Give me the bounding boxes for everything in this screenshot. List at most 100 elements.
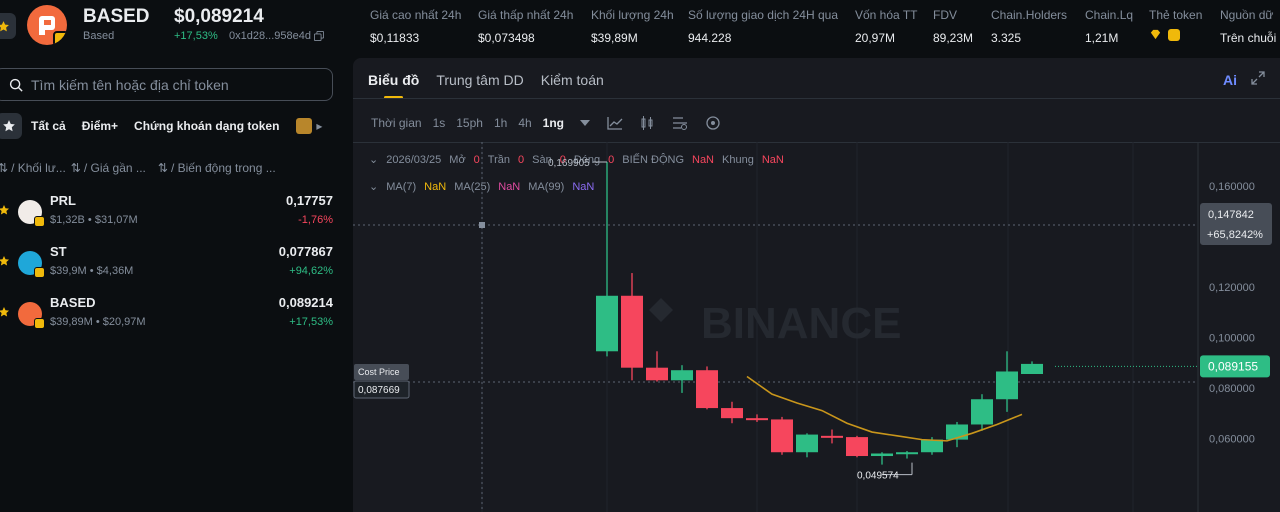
stat-liquidity: Chain.Lq 1,21M — [1085, 8, 1133, 45]
ohlc-info-text: Khung — [722, 154, 754, 166]
favorite-button[interactable] — [0, 13, 16, 39]
ma-info-text: MA(25) — [454, 181, 490, 193]
stat-trades-24h: Số lượng giao dịch 24H qua 944.228 — [688, 8, 838, 45]
crosshair-price: 0,147842 — [1208, 209, 1254, 221]
candle-body — [621, 295, 643, 368]
timeframe-1h[interactable]: 1h — [494, 116, 507, 130]
timeframe-4h[interactable]: 4h — [518, 116, 531, 130]
collapse-chevron-icon: ⌄ — [369, 181, 378, 193]
sort-icon[interactable]: ⇅ — [158, 161, 168, 175]
chevron-right-icon[interactable]: ▸ — [316, 119, 322, 133]
copy-icon[interactable] — [313, 31, 324, 41]
y-tick-label: 0,160000 — [1209, 181, 1255, 193]
token-symbol: ST — [50, 244, 67, 259]
stat-label: Vốn hóa TT — [855, 8, 918, 22]
stat-market-cap: Vốn hóa TT 20,97M — [855, 8, 917, 45]
candle-body — [596, 295, 618, 352]
token-change: +17,53% — [174, 30, 218, 42]
binance-watermark-icon — [649, 298, 673, 322]
star-icon[interactable] — [0, 306, 10, 318]
timeframe-1s[interactable]: 1s — [433, 116, 446, 130]
candle-body — [1021, 363, 1043, 374]
price-chart[interactable]: BINANCE 0,160000 0,120000 0,100000 0,080000 0… — [353, 142, 1280, 512]
search-input[interactable] — [31, 76, 321, 93]
ohlc-info-text: BIẾN ĐỘNG — [622, 153, 684, 166]
stat-low-24h: Giá thấp nhất 24h $0,073498 — [478, 8, 573, 45]
column-volume[interactable]: / Khối lư... — [11, 161, 66, 175]
crosshair-change: +65,8242% — [1207, 229, 1263, 241]
filter-tokenized-stocks[interactable]: Chứng khoán dạng token — [134, 119, 279, 133]
column-headers: ⇅ / Khối lư... ⇅ / Giá gần ... ⇅ / Biến … — [0, 160, 340, 176]
high-annotation-label: 0,169905 — [548, 158, 590, 169]
token-list-item[interactable]: BASED $39,89M • $20,97M 0,089214 +17,53% — [0, 294, 340, 334]
diamond-tag-icon[interactable] — [1149, 28, 1162, 41]
expand-icon[interactable] — [1251, 71, 1265, 85]
candlestick-icon[interactable] — [639, 115, 655, 131]
token-meta: $1,32B • $31,07M — [50, 214, 138, 226]
token-list-item[interactable]: PRL $1,32B • $31,07M 0,17757 -1,76% — [0, 192, 340, 232]
candle-body — [921, 439, 943, 453]
star-icon[interactable] — [0, 255, 10, 267]
token-name: BASED — [83, 6, 150, 27]
tab-audit[interactable]: Kiểm toán — [541, 72, 604, 88]
timeframe-1d[interactable]: 1ng — [543, 116, 564, 130]
token-symbol: BASED — [50, 295, 96, 310]
ma-info-text: NaN — [498, 181, 520, 193]
token-symbol: PRL — [50, 193, 76, 208]
stat-value: $39,89M — [591, 31, 638, 45]
y-tick-label: 0,120000 — [1209, 282, 1255, 294]
token-change: -1,76% — [298, 214, 333, 226]
token-change: +17,53% — [289, 316, 333, 328]
timeframe-dropdown-icon[interactable] — [577, 115, 593, 131]
stat-value: 1,21M — [1085, 31, 1119, 45]
stat-label: FDV — [933, 8, 957, 22]
filter-chain-icon[interactable] — [296, 118, 313, 134]
stat-value: $0,073498 — [478, 31, 535, 45]
cost-price-title: Cost Price — [358, 367, 400, 377]
column-change[interactable]: / Biến động trong ... — [171, 161, 276, 175]
sort-icon[interactable]: ⇅ — [71, 161, 81, 175]
stat-fdv: FDV 89,23M — [933, 8, 973, 45]
token-price: 0,17757 — [286, 193, 333, 208]
candle-body — [646, 367, 668, 381]
stat-holders: Chain.Holders 3.325 — [991, 8, 1067, 45]
stat-token-tags: Thẻ token — [1149, 8, 1202, 41]
favorites-filter[interactable] — [0, 113, 22, 139]
stat-label: Số lượng giao dịch 24H qua — [688, 8, 838, 22]
column-price[interactable]: / Giá gần ... — [84, 161, 146, 175]
ma-info-text: NaN — [572, 181, 594, 193]
ohlc-info-text: Trần — [488, 154, 510, 166]
candle-body — [971, 399, 993, 425]
candle-body — [771, 419, 793, 453]
stat-value: 3.325 — [991, 31, 1022, 45]
filter-points[interactable]: Điểm+ — [82, 119, 118, 133]
stat-value: 944.228 — [688, 31, 732, 45]
ohlc-info-text: 0 — [518, 154, 524, 166]
sort-icon[interactable]: ⇅ — [0, 161, 8, 175]
chain-tag-icon[interactable] — [1168, 28, 1180, 41]
timeframe-15m[interactable]: 15ph — [456, 116, 483, 130]
search-box[interactable] — [0, 68, 333, 101]
stat-label: Giá thấp nhất 24h — [478, 8, 574, 22]
candle-body — [846, 437, 868, 457]
candle-body — [996, 371, 1018, 400]
filter-all[interactable]: Tất cả — [31, 119, 66, 133]
stat-value: $0,11833 — [370, 31, 420, 45]
candle-body — [796, 434, 818, 453]
tab-dd-center[interactable]: Trung tâm DD — [436, 72, 523, 88]
settings-icon[interactable] — [705, 115, 721, 131]
stat-data-source: Nguồn dữ Trên chuỗi — [1220, 8, 1276, 45]
token-fullname: Based — [83, 30, 115, 42]
panel-tabs: Biểu đồ Trung tâm DD Kiểm toán — [368, 72, 604, 99]
timeframe-label: Thời gian — [371, 116, 422, 130]
y-tick-label: 0,080000 — [1209, 383, 1255, 395]
star-icon[interactable] — [0, 204, 10, 216]
indicators-icon[interactable] — [672, 115, 688, 131]
line-chart-icon[interactable] — [607, 115, 623, 131]
token-meta: $39,9M • $4,36M — [50, 265, 134, 277]
contract-address[interactable]: 0x1d28...958e4d — [229, 30, 324, 42]
token-list-item[interactable]: ST $39,9M • $4,36M 0,077867 +94,62% — [0, 243, 340, 283]
candle-body — [896, 452, 918, 455]
tab-chart[interactable]: Biểu đồ — [368, 72, 419, 99]
ai-button[interactable]: Ai — [1223, 72, 1237, 88]
